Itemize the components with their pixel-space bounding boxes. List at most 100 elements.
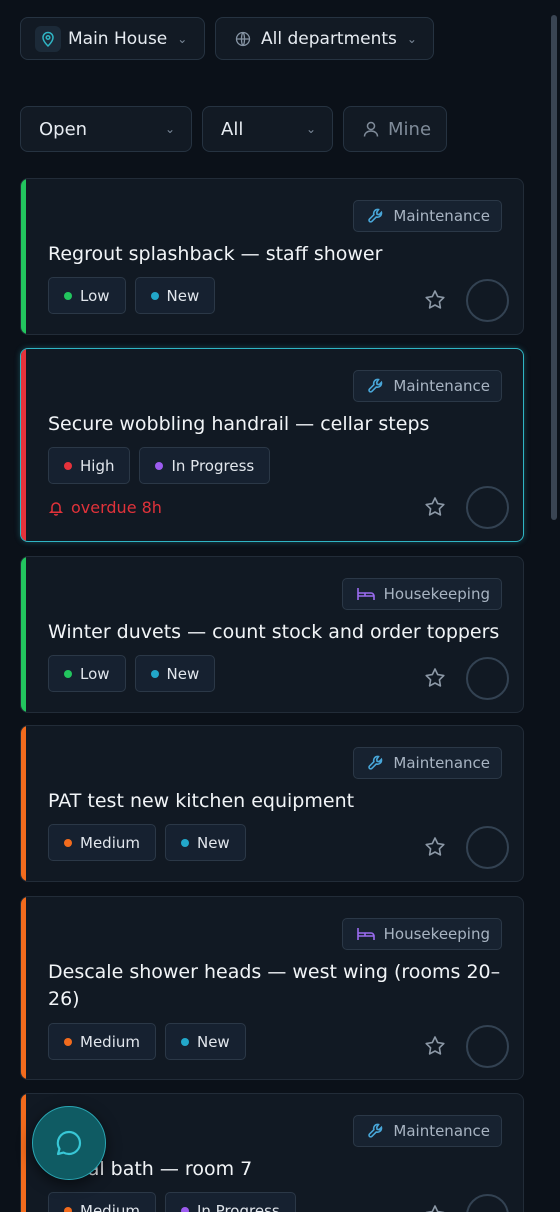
star-icon[interactable] [423, 666, 447, 690]
star-icon[interactable] [423, 1203, 447, 1212]
complete-checkbox[interactable] [466, 826, 509, 869]
user-icon [362, 120, 380, 138]
task-title: Regrout splashback — staff shower [48, 243, 383, 265]
department-badge: Maintenance [353, 200, 502, 232]
status-dot [155, 461, 164, 470]
department-badge: Housekeeping [341, 918, 502, 950]
department-badge: Housekeeping [341, 578, 502, 610]
bell-icon [48, 501, 64, 516]
status-label: In Progress [196, 1201, 280, 1212]
department-label: Housekeeping [383, 585, 490, 603]
chevron-down-icon: ⌄ [177, 31, 188, 46]
wrench-icon [368, 755, 383, 770]
priority-dot [64, 669, 72, 678]
chevron-down-icon: ⌄ [305, 122, 316, 136]
status-dot [180, 1037, 189, 1046]
task-card[interactable]: Housekeeping Descale shower heads — west… [20, 896, 524, 1080]
priority-label: Medium [80, 1201, 140, 1212]
priority-dot [64, 1037, 72, 1046]
chevron-down-icon: ⌄ [406, 31, 417, 46]
complete-checkbox[interactable] [466, 657, 509, 700]
priority-dot [64, 1206, 72, 1212]
status-dot [150, 291, 159, 300]
complete-checkbox[interactable] [466, 1025, 509, 1068]
mine-filter-label: Mine [388, 118, 432, 140]
status-label: In Progress [171, 456, 255, 475]
department-badge: Maintenance [353, 370, 502, 402]
priority-accent-bar [21, 897, 26, 1079]
overdue-label: overdue 8h [71, 498, 162, 517]
bed-icon [356, 928, 375, 940]
priority-label: High [80, 456, 115, 475]
status-tag: In Progress [139, 447, 271, 484]
priority-dot [64, 291, 72, 300]
status-tag: New [134, 277, 216, 314]
complete-checkbox[interactable] [466, 279, 509, 322]
wrench-icon [368, 1123, 383, 1138]
priority-tag: Medium [48, 824, 156, 861]
chat-icon [56, 1130, 82, 1156]
task-title-line: 26) [48, 988, 80, 1010]
priority-accent-bar [21, 726, 26, 881]
status-filter-select[interactable]: Open ⌄ [20, 106, 192, 152]
priority-label: Medium [80, 833, 140, 852]
wrench-icon [368, 378, 383, 393]
task-card[interactable]: Maintenance PAT test new kitchen equipme… [20, 725, 524, 882]
department-selector[interactable]: All departments ⌄ [215, 17, 434, 60]
scrollbar[interactable] [551, 15, 557, 520]
overdue-indicator: overdue 8h [48, 498, 162, 517]
department-label: Maintenance [393, 207, 490, 225]
wrench-icon [368, 208, 383, 223]
department-label: Maintenance [393, 377, 490, 395]
department-label: Housekeeping [383, 925, 490, 943]
location-selector[interactable]: Main House ⌄ [20, 17, 205, 60]
priority-tag: Low [48, 277, 126, 314]
task-title-line: Descale shower heads — west wing (rooms … [48, 961, 501, 983]
priority-tag: High [48, 447, 131, 484]
status-tag: In Progress [164, 1192, 296, 1212]
location-label: Main House [68, 28, 168, 49]
scope-filter-value: All [221, 118, 244, 140]
status-label: New [166, 286, 200, 305]
status-dot [180, 1206, 189, 1212]
complete-checkbox[interactable] [466, 486, 509, 529]
star-icon[interactable] [423, 1034, 447, 1058]
status-dot [180, 838, 189, 847]
department-label: Maintenance [393, 754, 490, 772]
status-label: New [196, 833, 230, 852]
priority-tag: Medium [48, 1192, 156, 1212]
priority-dot [64, 838, 72, 847]
task-title: Winter duvets — count stock and order to… [48, 621, 500, 643]
department-label: Maintenance [393, 1122, 490, 1140]
priority-label: Medium [80, 1032, 140, 1051]
department-badge: Maintenance [353, 1115, 502, 1147]
priority-label: Low [80, 286, 110, 305]
priority-accent-bar [21, 557, 26, 712]
status-tag: New [164, 1023, 246, 1060]
priority-tag: Medium [48, 1023, 156, 1060]
task-card[interactable]: Housekeeping Winter duvets — count stock… [20, 556, 524, 713]
star-icon[interactable] [423, 288, 447, 312]
scope-filter-select[interactable]: All ⌄ [202, 106, 333, 152]
priority-label: Low [80, 664, 110, 683]
star-icon[interactable] [423, 495, 447, 519]
priority-tag: Low [48, 655, 126, 692]
task-card[interactable]: Maintenance Regrout splashback — staff s… [20, 178, 524, 335]
location-pin-icon [35, 25, 61, 52]
complete-checkbox[interactable] [466, 1194, 509, 1212]
department-badge: Maintenance [353, 747, 502, 779]
status-dot [150, 669, 159, 678]
status-label: New [166, 664, 200, 683]
mine-filter-button[interactable]: Mine [343, 106, 447, 152]
status-label: New [196, 1032, 230, 1051]
department-label: All departments [261, 28, 397, 49]
chevron-down-icon: ⌄ [164, 122, 175, 136]
star-icon[interactable] [423, 835, 447, 859]
bed-icon [356, 588, 375, 600]
task-card[interactable]: Maintenance Secure wobbling handrail — c… [20, 348, 524, 542]
chat-button[interactable] [32, 1106, 106, 1180]
status-filter-value: Open [39, 118, 88, 140]
status-tag: New [134, 655, 216, 692]
task-title: Secure wobbling handrail — cellar steps [48, 413, 430, 435]
priority-accent-bar [21, 1094, 26, 1212]
